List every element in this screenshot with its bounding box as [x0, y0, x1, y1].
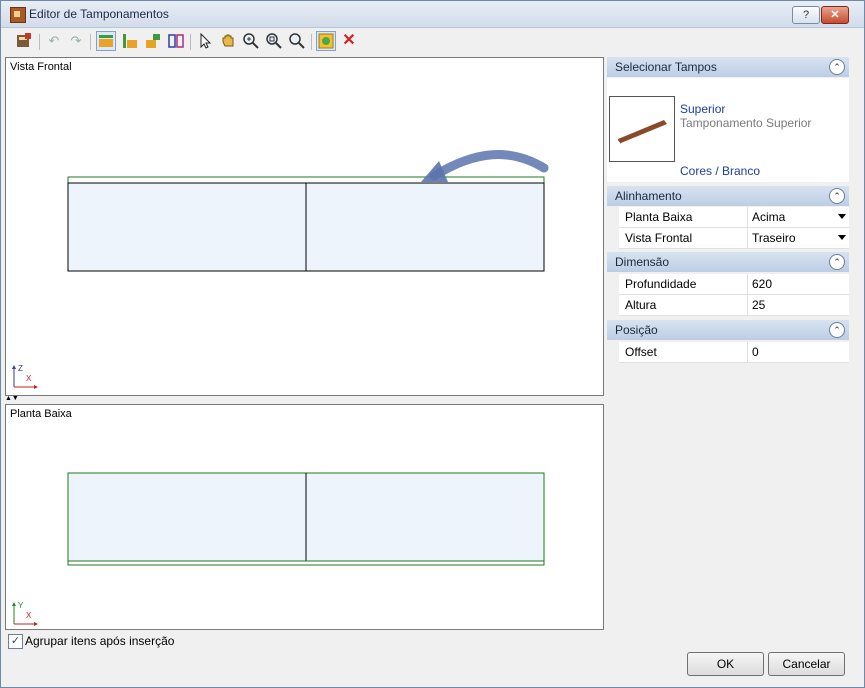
pan-icon[interactable] [219, 32, 237, 50]
front-view[interactable]: Vista Frontal Z X [5, 57, 604, 396]
chevron-down-icon[interactable] [838, 235, 846, 240]
profundidade-label: Profundidade [625, 277, 697, 291]
planta-baixa-select[interactable]: Acima [747, 207, 850, 227]
help-button[interactable]: ? [792, 6, 820, 24]
close-button[interactable]: ✕ [821, 6, 849, 24]
offset-value: 0 [752, 345, 759, 359]
profundidade-field[interactable]: 620 [747, 274, 850, 294]
insert-arrow [429, 150, 549, 181]
plan-axis-h-label: X [26, 611, 32, 620]
group-items-label: Agrupar itens após inserção [25, 634, 175, 648]
cancel-button[interactable]: Cancelar [768, 652, 845, 676]
zoom-in-icon[interactable] [242, 32, 260, 50]
vista-frontal-value: Traseiro [752, 231, 796, 245]
editor-window: Editor de Tamponamentos ? ✕ ↶ ↷ ✕ Vista … [0, 0, 865, 688]
vista-frontal-label: Vista Frontal [625, 231, 693, 245]
zoom-fit-icon[interactable] [288, 32, 306, 50]
insert-icon[interactable] [316, 31, 336, 51]
split-view-icon[interactable] [167, 32, 185, 50]
alinhamento-title: Alinhamento [615, 189, 682, 203]
dimensao-title: Dimensão [615, 255, 670, 269]
redo-icon[interactable]: ↷ [67, 32, 85, 50]
dimensao-header[interactable]: Dimensão ⌃ [607, 252, 849, 272]
vista-frontal-select[interactable]: Traseiro [747, 228, 850, 248]
select-tampos-title: Selecionar Tampos [615, 60, 717, 74]
plan-view-canvas[interactable] [6, 405, 603, 629]
plan-axis-v-label: Y [18, 601, 24, 610]
delete-icon[interactable]: ✕ [340, 32, 358, 50]
front-axis-v-label: Z [18, 364, 23, 373]
zoom-window-icon[interactable] [265, 32, 283, 50]
altura-value: 25 [752, 298, 766, 312]
select-icon[interactable] [196, 32, 214, 50]
undo-icon[interactable]: ↶ [45, 32, 63, 50]
properties-panel: Selecionar Tampos ⌃ Superior Tamponament… [607, 57, 849, 367]
planta-baixa-value: Acima [752, 210, 786, 224]
profundidade-value: 620 [752, 277, 773, 291]
planta-baixa-row: Planta Baixa Acima [619, 207, 849, 228]
collapse-icon[interactable]: ⌃ [829, 254, 845, 270]
plan-view[interactable]: Planta Baixa Y X [5, 404, 604, 630]
altura-row: Altura 25 [619, 295, 849, 316]
altura-field[interactable]: 25 [747, 295, 850, 315]
chevron-down-icon[interactable] [838, 214, 846, 219]
window-title: Editor de Tamponamentos [29, 7, 169, 21]
app-icon [10, 7, 26, 23]
tampo-card[interactable]: Superior Tamponamento Superior Cores / B… [607, 78, 849, 182]
tampo-description: Tamponamento Superior [680, 116, 812, 130]
offset-row: Offset 0 [619, 342, 849, 363]
front-axis-icon [12, 365, 38, 389]
collapse-icon[interactable]: ⌃ [829, 59, 845, 75]
alinhamento-header[interactable]: Alinhamento ⌃ [607, 186, 849, 206]
collapse-icon[interactable]: ⌃ [829, 188, 845, 204]
top-view-icon[interactable] [96, 31, 116, 51]
front-view-canvas[interactable] [6, 58, 603, 395]
posicao-header[interactable]: Posição ⌃ [607, 320, 849, 340]
front-axis-h-label: X [26, 374, 32, 383]
select-tampos-header[interactable]: Selecionar Tampos ⌃ [607, 57, 849, 77]
group-items-checkbox[interactable]: ✓ [8, 634, 23, 649]
plan-axis-icon [12, 602, 38, 626]
collapse-icon[interactable]: ⌃ [829, 322, 845, 338]
toolbar: ↶ ↷ ✕ [1, 28, 864, 55]
tampo-material: Cores / Branco [680, 164, 761, 178]
tampo-thumbnail [609, 96, 675, 162]
title-bar: Editor de Tamponamentos ? ✕ [1, 1, 864, 28]
editor-icon[interactable] [15, 32, 33, 50]
offset-label: Offset [625, 345, 657, 359]
posicao-title: Posição [615, 323, 658, 337]
splitter-arrows-icon[interactable]: ▲▼ [5, 395, 19, 403]
corner-view-icon[interactable] [144, 32, 162, 50]
top-panel-outline [67, 176, 545, 184]
plan-front-strip [67, 560, 545, 566]
tampo-name: Superior [680, 102, 726, 116]
ok-button[interactable]: OK [687, 652, 764, 676]
profundidade-row: Profundidade 620 [619, 274, 849, 295]
altura-label: Altura [625, 298, 657, 312]
offset-field[interactable]: 0 [747, 342, 850, 362]
side-view-icon[interactable] [121, 32, 139, 50]
planta-baixa-label: Planta Baixa [625, 210, 693, 224]
vista-frontal-row: Vista Frontal Traseiro [619, 228, 849, 249]
